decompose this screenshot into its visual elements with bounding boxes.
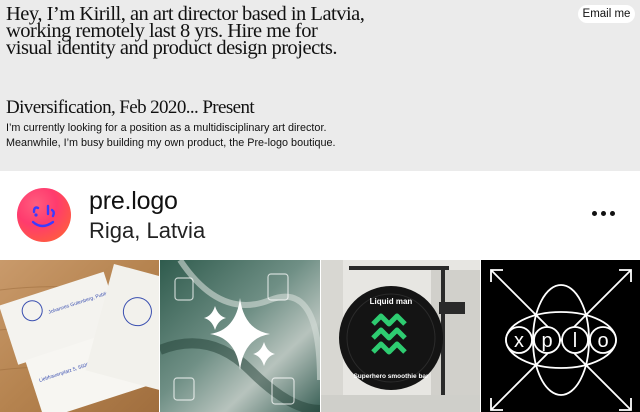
smiley-face-icon [31, 204, 55, 228]
profile-name[interactable]: pre.logo [89, 187, 178, 216]
sign-bottom-text: Superhero smoothie bar [353, 373, 429, 380]
profile-location: Riga, Latvia [89, 218, 206, 243]
dot [591, 210, 597, 216]
section-title: Diversification, Feb 2020... Present [6, 97, 255, 118]
dot [600, 210, 606, 216]
dot [609, 210, 615, 216]
more-options-icon[interactable] [583, 201, 623, 225]
section-body: I’m currently looking for a position as … [6, 122, 336, 149]
xplo-letter: p [541, 330, 552, 352]
grid-tile-business-cards[interactable]: Johannes Gutenberg, Publisher Liebfrauen… [0, 260, 160, 412]
image-grid: Johannes Gutenberg, Publisher Liebfrauen… [0, 260, 640, 412]
xplo-letter: x [514, 330, 524, 352]
profile-header: pre.logo Riga, Latvia [0, 171, 640, 260]
grid-tile-xplo-logo[interactable]: xplo [480, 260, 640, 412]
xplo-letter: l [573, 330, 577, 352]
grid-tile-abstract-sea[interactable] [160, 260, 320, 412]
intro-text: Hey, I’m Kirill, an art director based i… [6, 3, 365, 59]
sign-top-text: Liquid man [369, 297, 412, 306]
xplo-letter: o [597, 330, 608, 352]
email-me-button[interactable]: Email me [578, 5, 635, 23]
avatar[interactable] [17, 188, 71, 242]
grid-tile-shop-sign[interactable]: Liquid man Superhero smoothie bar [320, 260, 480, 412]
